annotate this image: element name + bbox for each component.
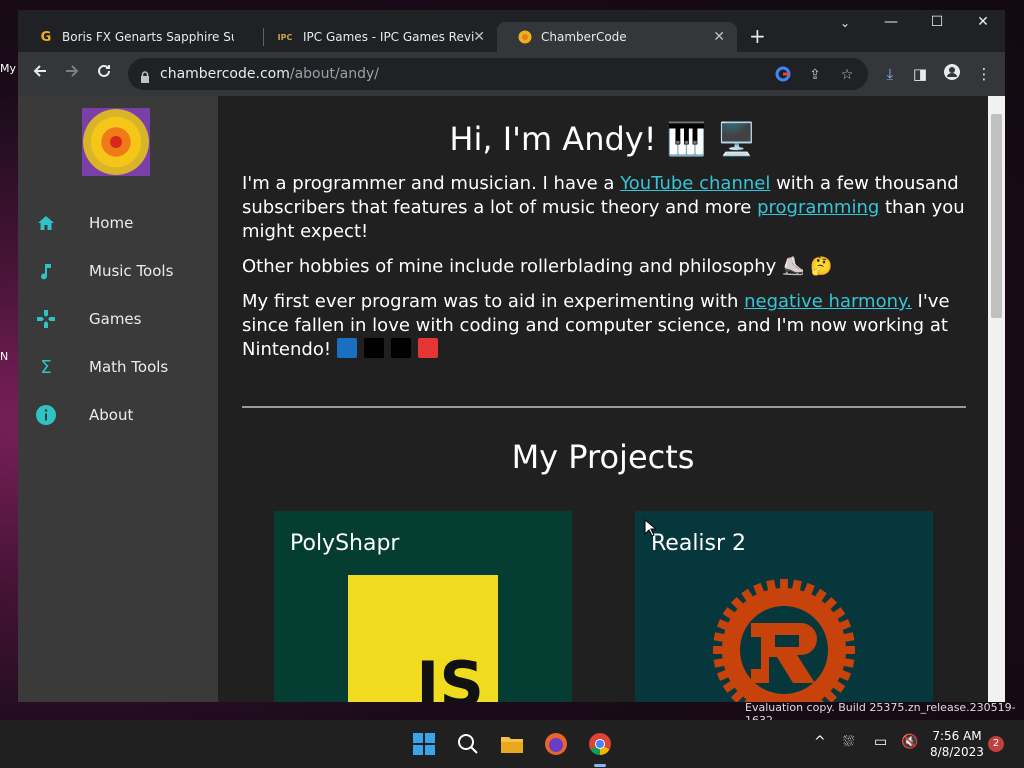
desktop-label-fragment: N: [0, 350, 9, 363]
url-path: /about/andy/: [289, 66, 380, 82]
gamepad-icon: [36, 309, 56, 329]
back-button[interactable]: [28, 62, 52, 86]
nintendo-emoji-squares: [336, 338, 445, 360]
page-scrollbar[interactable]: [988, 96, 1005, 702]
home-icon: [36, 213, 56, 233]
hobbies-paragraph: Other hobbies of mine include rollerblad…: [242, 256, 833, 277]
new-tab-button[interactable]: +: [749, 24, 766, 48]
rust-logo-icon: [713, 579, 855, 702]
chambercode-favicon-icon: [517, 29, 533, 45]
volume-icon[interactable]: 🔇: [901, 734, 918, 750]
tab-strip: G Boris FX Genarts Sapphire Suite A IPC …: [18, 10, 1005, 52]
url-domain: chambercode.com: [160, 66, 290, 82]
sidebar-item-math-tools[interactable]: Σ Math Tools: [18, 347, 218, 387]
address-bar[interactable]: chambercode.com/about/andy/ ⇪ ☆: [128, 58, 868, 90]
sidebar-item-label: Math Tools: [89, 358, 169, 376]
sidebar: Home Music Tools Games Σ Math Tools Abou…: [18, 96, 218, 702]
music-note-icon: [36, 261, 56, 281]
intro-paragraph: I'm a programmer and musician. I have a …: [242, 172, 972, 244]
download-icon[interactable]: ⤓: [880, 64, 900, 84]
active-app-indicator: [594, 764, 606, 767]
side-panel-icon[interactable]: ◨: [910, 64, 930, 84]
url-text: chambercode.com/about/andy/: [160, 66, 379, 82]
tab-chambercode[interactable]: ChamberCode ✕: [497, 22, 737, 52]
menu-kebab-icon[interactable]: ⋮: [974, 64, 994, 84]
tab-title: Boris FX Genarts Sapphire Suite A: [62, 30, 234, 44]
sidebar-item-music-tools[interactable]: Music Tools: [18, 251, 218, 291]
tab-boris-fx[interactable]: G Boris FX Genarts Sapphire Suite A: [18, 22, 258, 52]
profile-avatar-icon[interactable]: [942, 64, 962, 84]
emoji-square: [363, 338, 384, 358]
main-content: Hi, I'm Andy! 🎹 🖥️ I'm a programmer and …: [218, 96, 988, 702]
youtube-channel-link[interactable]: YouTube channel: [620, 173, 770, 194]
site-logo[interactable]: [82, 108, 150, 176]
google-lens-icon[interactable]: [774, 66, 792, 84]
project-name: PolyShapr: [290, 531, 400, 556]
tab-search-chevron-icon[interactable]: ⌄: [825, 16, 865, 30]
project-card-polyshapr[interactable]: PolyShapr JS: [274, 511, 572, 702]
tab-title: IPC Games - IPC Games Reviews: [303, 30, 475, 44]
lock-icon: [140, 68, 150, 83]
sidebar-item-label: About: [89, 406, 134, 424]
tab-favicon: IPC: [277, 32, 293, 42]
info-icon: [36, 405, 56, 425]
programming-link[interactable]: programming: [757, 197, 879, 218]
reload-button[interactable]: [92, 62, 116, 86]
browser-window: G Boris FX Genarts Sapphire Suite A IPC …: [18, 10, 1005, 702]
tab-favicon: G: [40, 29, 52, 45]
sidebar-item-home[interactable]: Home: [18, 203, 218, 243]
history-text: My first ever program was to aid in expe…: [242, 291, 745, 312]
sigma-icon: Σ: [40, 356, 52, 378]
close-tab-icon[interactable]: ✕: [713, 29, 725, 45]
maximize-button[interactable]: ☐: [917, 14, 957, 30]
firefox-icon[interactable]: [542, 730, 570, 758]
minimize-button[interactable]: —: [871, 14, 911, 30]
windows-start-icon[interactable]: [410, 730, 438, 758]
clock-time: 7:56 AM: [932, 729, 982, 743]
javascript-logo-icon: JS: [348, 575, 498, 702]
notification-badge[interactable]: 2: [988, 736, 1004, 752]
emoji-square: [390, 338, 411, 358]
js-logo-text: JS: [416, 648, 484, 702]
sidebar-item-label: Games: [89, 310, 142, 328]
sidebar-item-games[interactable]: Games: [18, 299, 218, 339]
negative-harmony-link[interactable]: negative harmony.: [744, 291, 912, 312]
share-icon[interactable]: ⇪: [806, 66, 824, 84]
chrome-icon[interactable]: [586, 730, 614, 758]
project-card-realisr-2[interactable]: Realisr 2: [635, 511, 933, 702]
web-page: Home Music Tools Games Σ Math Tools Abou…: [18, 96, 988, 702]
tab-title: ChamberCode: [541, 30, 627, 44]
sidebar-item-label: Home: [89, 214, 134, 232]
desktop-label-fragment: My: [0, 62, 17, 75]
show-hidden-icons-chevron-icon[interactable]: ^: [814, 734, 826, 750]
clock-date: 8/8/2023: [930, 745, 984, 759]
windows-taskbar: ^ ⛆ ▭ 🔇 7:56 AM 8/8/2023 2: [0, 720, 1024, 768]
section-divider: [242, 406, 966, 408]
system-clock[interactable]: 7:56 AM 8/8/2023: [930, 728, 984, 760]
page-title: Hi, I'm Andy! 🎹 🖥️: [449, 120, 757, 158]
tab-ipc-games[interactable]: IPC IPC Games - IPC Games Reviews ✕: [255, 22, 497, 52]
display-icon[interactable]: ▭: [874, 734, 887, 750]
intro-text: I'm a programmer and musician. I have a: [242, 173, 621, 194]
sidebar-item-label: Music Tools: [89, 262, 174, 280]
history-paragraph: My first ever program was to aid in expe…: [242, 290, 972, 362]
bookmark-star-icon[interactable]: ☆: [838, 66, 856, 84]
forward-button[interactable]: [60, 62, 84, 86]
sidebar-item-about[interactable]: About: [18, 395, 218, 435]
close-tab-icon[interactable]: ✕: [473, 29, 485, 45]
emoji-square: [417, 338, 438, 358]
project-name: Realisr 2: [651, 531, 747, 556]
network-icon[interactable]: ⛆: [843, 734, 854, 750]
scrollbar-thumb[interactable]: [991, 114, 1002, 318]
browser-toolbar: chambercode.com/about/andy/ ⇪ ☆ ⤓ ◨ ⋮: [18, 52, 1005, 96]
mouse-cursor-icon: [644, 519, 656, 537]
search-icon[interactable]: [454, 730, 482, 758]
projects-heading: My Projects: [511, 438, 695, 476]
emoji-square: [336, 338, 357, 358]
close-window-button[interactable]: ✕: [963, 14, 1003, 30]
file-explorer-icon[interactable]: [498, 730, 526, 758]
